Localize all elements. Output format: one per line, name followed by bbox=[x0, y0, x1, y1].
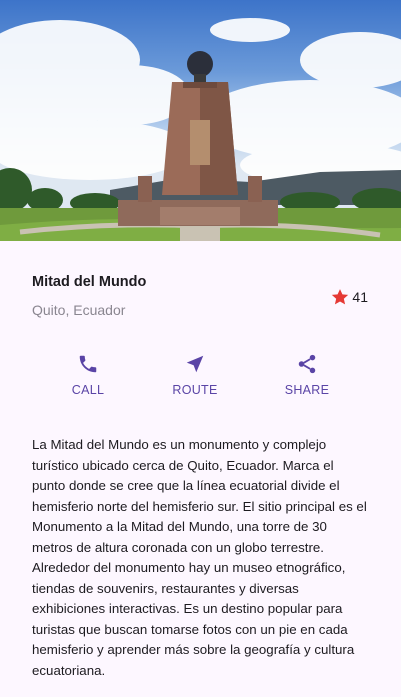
route-button[interactable]: ROUTE bbox=[155, 353, 235, 397]
hero-image bbox=[0, 0, 401, 241]
globe bbox=[187, 51, 213, 77]
place-title: Mitad del Mundo bbox=[32, 274, 147, 290]
rating[interactable]: 41 bbox=[330, 287, 368, 307]
monument-photo bbox=[0, 18, 401, 241]
place-description: La Mitad del Mundo es un monumento y com… bbox=[32, 437, 367, 678]
call-button[interactable]: CALL bbox=[48, 353, 128, 397]
share-icon bbox=[298, 354, 316, 374]
title-section: Mitad del Mundo Quito, Ecuador 41 bbox=[0, 241, 401, 333]
navigation-arrow-icon bbox=[186, 355, 204, 373]
call-label: CALL bbox=[71, 383, 105, 397]
place-subtitle: Quito, Ecuador bbox=[32, 302, 126, 318]
action-bar: CALL ROUTE SHARE bbox=[0, 333, 401, 421]
star-icon bbox=[332, 289, 349, 305]
phone-icon bbox=[79, 355, 97, 373]
share-button[interactable]: SHARE bbox=[267, 353, 347, 397]
rating-count: 41 bbox=[352, 289, 368, 305]
share-label: SHARE bbox=[284, 383, 330, 397]
route-label: ROUTE bbox=[172, 383, 218, 397]
